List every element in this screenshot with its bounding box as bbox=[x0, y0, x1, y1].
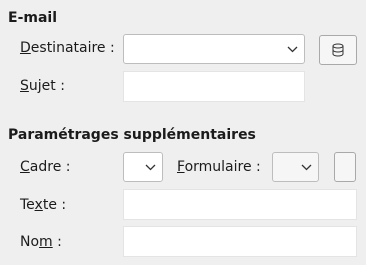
name-label: Nom : bbox=[20, 234, 62, 250]
database-icon bbox=[332, 43, 344, 57]
section-title-email: E-mail bbox=[8, 10, 58, 26]
form-options-button[interactable] bbox=[334, 152, 356, 182]
chevron-down-icon bbox=[287, 46, 298, 53]
subject-input[interactable] bbox=[123, 71, 305, 102]
subject-label: Sujet : bbox=[20, 78, 65, 94]
form-combobox[interactable] bbox=[272, 152, 319, 182]
address-book-button[interactable] bbox=[319, 35, 357, 65]
section-title-additional-settings: Paramétrages supplémentaires bbox=[8, 127, 256, 143]
name-input[interactable] bbox=[123, 226, 357, 257]
frame-combobox[interactable] bbox=[123, 152, 163, 182]
chevron-down-icon bbox=[301, 164, 312, 171]
frame-label: Cadre : bbox=[20, 159, 71, 175]
recipient-label: Destinataire : bbox=[20, 40, 115, 56]
text-label: Texte : bbox=[20, 197, 67, 213]
form-label: Formulaire : bbox=[177, 159, 261, 175]
text-input[interactable] bbox=[123, 189, 357, 220]
recipient-combobox[interactable] bbox=[123, 34, 305, 64]
chevron-down-icon bbox=[145, 164, 156, 171]
